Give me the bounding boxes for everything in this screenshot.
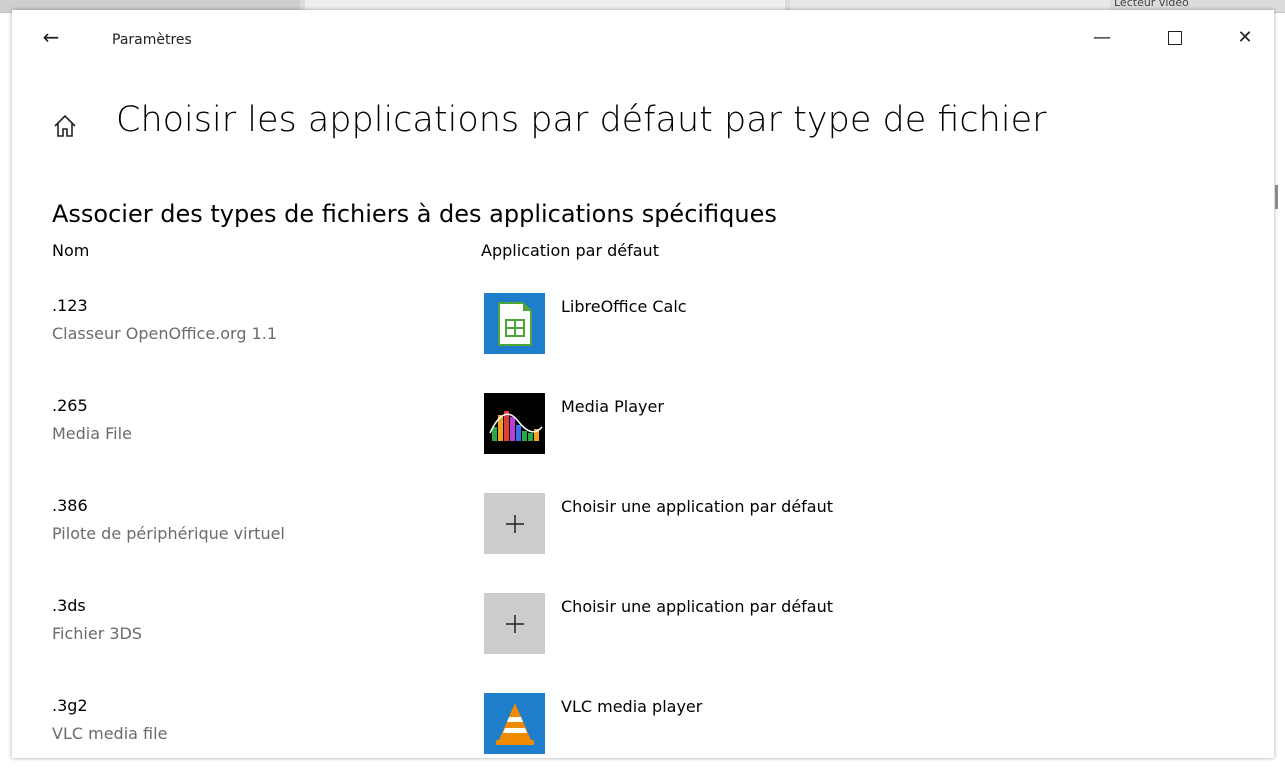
file-type-description: VLC media file [52,724,168,743]
plus-icon [505,514,524,533]
window-title: Paramètres [112,32,192,48]
file-type-row: .123 Classeur OpenOffice.org 1.1 LibreOf… [12,293,1252,376]
vlc-icon [495,702,534,745]
close-button[interactable]: ✕ [1230,24,1260,52]
default-app-button[interactable] [484,293,545,354]
file-type-row: .386 Pilote de périphérique virtuel Choi… [12,493,1252,576]
file-type-description: Pilote de périphérique virtuel [52,524,285,543]
choose-app-button[interactable] [484,493,545,554]
file-extension: .3g2 [52,696,88,715]
page-title: Choisir les applications par défaut par … [116,100,1047,140]
default-app-name[interactable]: LibreOffice Calc [561,297,687,316]
file-type-description: Media File [52,424,132,443]
maximize-icon [1168,31,1182,45]
libreoffice-calc-icon [497,301,532,346]
file-extension: .123 [52,296,88,315]
default-app-button[interactable] [484,693,545,754]
choose-app-label[interactable]: Choisir une application par défaut [561,597,833,616]
file-extension: .265 [52,396,88,415]
file-type-row: .265 Media File Media Player [12,393,1252,476]
file-type-description: Fichier 3DS [52,624,143,643]
column-header-app: Application par défaut [481,241,659,260]
background-window-text: Lecteur vidéo [1114,0,1189,9]
file-extension: .3ds [52,596,86,615]
scrollbar-thumb[interactable] [1275,185,1278,209]
maximize-button[interactable] [1160,24,1190,52]
file-extension: .386 [52,496,88,515]
plus-icon [505,614,524,633]
settings-window: ← Paramètres — ✕ Choisir les application… [12,10,1278,758]
title-bar: ← Paramètres — ✕ [12,10,1274,70]
minimize-button[interactable]: — [1087,24,1117,52]
section-title: Associer des types de fichiers à des app… [52,200,777,228]
home-icon[interactable] [52,113,78,139]
file-type-description: Classeur OpenOffice.org 1.1 [52,324,278,343]
default-app-button[interactable] [484,393,545,454]
file-type-row: .3ds Fichier 3DS Choisir une application… [12,593,1252,676]
back-button[interactable]: ← [40,26,62,48]
column-header-name: Nom [52,241,90,260]
default-app-name[interactable]: Media Player [561,397,664,416]
choose-app-label[interactable]: Choisir une application par défaut [561,497,833,516]
choose-app-button[interactable] [484,593,545,654]
default-app-name[interactable]: VLC media player [561,697,702,716]
media-player-icon [489,411,543,441]
file-type-row: .3g2 VLC media file VLC media player [12,693,1252,776]
